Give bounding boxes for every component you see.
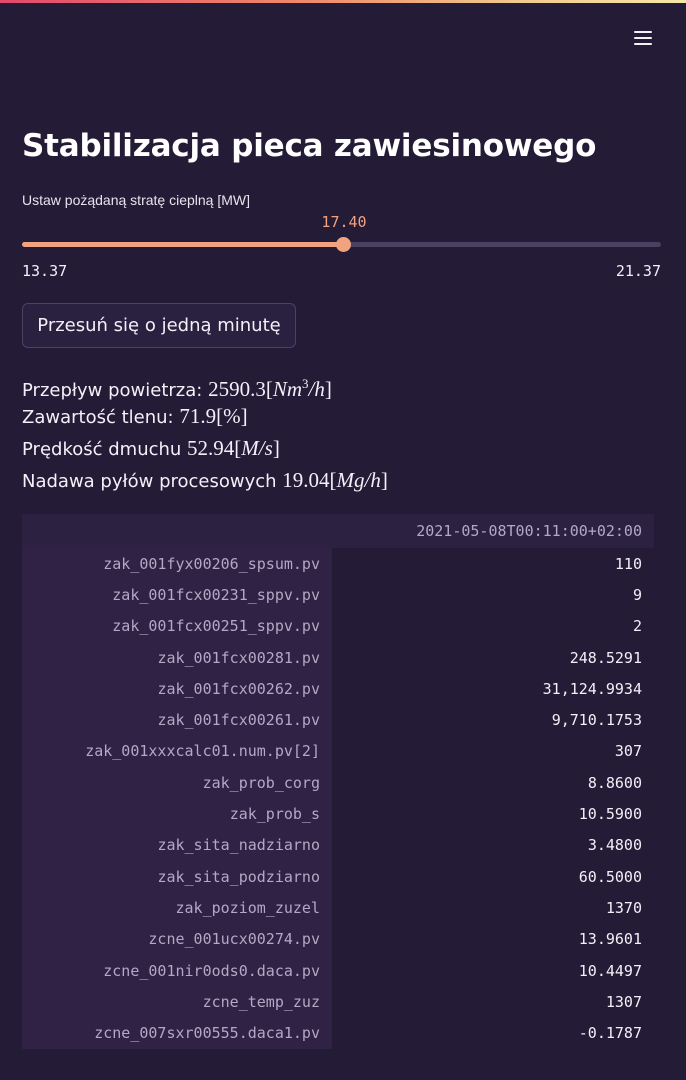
row-label: zak_001fyx00206_spsum.pv	[22, 548, 332, 580]
metric-value: 2590.3	[208, 377, 266, 401]
table-row: zak_sita_nadziarno 3.4800	[22, 829, 654, 861]
slider-max-label: 21.37	[615, 262, 661, 280]
hamburger-menu-icon[interactable]	[633, 29, 653, 47]
row-value: 31,124.9934	[332, 673, 654, 705]
table-corner-header	[22, 514, 332, 548]
slider-thumb[interactable]	[336, 237, 351, 252]
table-row: zak_001fcx00262.pv 31,124.9934	[22, 673, 654, 705]
table-row: zak_001fcx00281.pv 248.5291	[22, 641, 654, 674]
data-table: 2021-05-08T00:11:00+02:00 zak_001fyx0020…	[22, 514, 654, 1049]
row-label: zak_001fcx00231_sppv.pv	[22, 579, 332, 611]
advance-one-minute-button[interactable]: Przesuń się o jedną minutę	[22, 303, 296, 348]
row-value: 9	[332, 579, 654, 611]
row-value: -0.1787	[332, 1017, 654, 1049]
slider-label: Ustaw pożądaną stratę cieplną [MW]	[22, 192, 250, 208]
row-label: zcne_001ucx00274.pv	[22, 923, 332, 955]
row-label: zak_prob_s	[22, 798, 332, 830]
metric-unit-bracket: [	[265, 377, 273, 401]
table-row: zcne_temp_zuz 1307	[22, 986, 654, 1018]
row-value: 13.9601	[332, 923, 654, 955]
metric-unit-bracket: ]	[324, 377, 332, 401]
metric-value: 71.9	[179, 404, 217, 428]
row-value: 10.4497	[332, 954, 654, 987]
metric-value: 19.04	[282, 468, 330, 492]
metric-label: Zawartość tlenu:	[22, 407, 174, 428]
row-label: zcne_001nir0ods0.daca.pv	[22, 954, 332, 987]
page-title: Stabilizacja pieca zawiesinowego	[22, 128, 597, 164]
table-row: zcne_001nir0ods0.daca.pv 10.4497	[22, 954, 654, 987]
table-row: zcne_007sxr00555.daca1.pv -0.1787	[22, 1017, 654, 1049]
row-value: 9,710.1753	[332, 704, 654, 736]
slider-current-value: 17.40	[321, 213, 367, 231]
table-row: zak_001fcx00261.pv 9,710.1753	[22, 704, 654, 736]
metric-label: Prędkość dmuchu	[22, 439, 182, 460]
metric-unit-rest: /s	[258, 436, 273, 460]
column-header-timestamp: 2021-05-08T00:11:00+02:00	[332, 514, 654, 548]
row-label: zak_001fcx00261.pv	[22, 704, 332, 736]
table-row: zak_001xxxcalc01.num.pv[2] 307	[22, 735, 654, 768]
metric-unit-bracket: [	[329, 468, 337, 492]
row-value: 3.4800	[332, 829, 654, 861]
row-label: zcne_007sxr00555.daca1.pv	[22, 1017, 332, 1049]
metric-unit: M	[241, 436, 259, 460]
table-row: zak_sita_podziarno 60.5000	[22, 860, 654, 893]
row-label: zak_poziom_zuzel	[22, 892, 332, 924]
row-value: 248.5291	[332, 641, 654, 674]
row-label: zak_001xxxcalc01.num.pv[2]	[22, 735, 332, 768]
metric-label: Przepływ powietrza:	[22, 380, 203, 401]
table-row: zak_001fcx00251_sppv.pv 2	[22, 610, 654, 642]
row-value: 2	[332, 610, 654, 642]
row-value: 1370	[332, 892, 654, 924]
row-value: 307	[332, 735, 654, 768]
metric-air-flow: Przepływ powietrza: 2590.3[Nm3/h]	[22, 368, 388, 401]
metric-blow-speed: Prędkość dmuchu 52.94[M/s]	[22, 432, 388, 464]
table-row: zak_prob_corg 8.8600	[22, 767, 654, 799]
row-label: zcne_temp_zuz	[22, 986, 332, 1018]
top-decoration-bar	[0, 0, 686, 3]
data-table-container[interactable]: 2021-05-08T00:11:00+02:00 zak_001fyx0020…	[22, 514, 654, 1049]
row-label: zak_001fcx00281.pv	[22, 641, 332, 674]
row-value: 60.5000	[332, 860, 654, 893]
metric-unit: Mg	[336, 468, 365, 492]
metric-unit: %	[223, 404, 241, 428]
table-row: zak_poziom_zuzel 1370	[22, 892, 654, 924]
table-row: zak_001fcx00231_sppv.pv 9	[22, 579, 654, 611]
row-value: 110	[332, 548, 654, 580]
slider-min-label: 13.37	[22, 262, 68, 280]
slider-track-fill	[22, 242, 344, 247]
row-value: 8.8600	[332, 767, 654, 799]
metrics-list: Przepływ powietrza: 2590.3[Nm3/h] Zawart…	[22, 368, 388, 496]
row-label: zak_sita_podziarno	[22, 860, 332, 893]
row-label: zak_sita_nadziarno	[22, 829, 332, 861]
metric-unit-rest: /h	[364, 468, 381, 492]
metric-dust-feed: Nadawa pyłów procesowych 19.04[Mg/h]	[22, 464, 388, 496]
table-row: zcne_001ucx00274.pv 13.9601	[22, 923, 654, 955]
metric-unit-rest: /h	[308, 377, 325, 401]
row-label: zak_001fcx00262.pv	[22, 673, 332, 705]
metric-label: Nadawa pyłów procesowych	[22, 471, 277, 492]
row-value: 1307	[332, 986, 654, 1018]
row-label: zak_prob_corg	[22, 767, 332, 799]
table-row: zak_prob_s 10.5900	[22, 798, 654, 830]
metric-oxygen: Zawartość tlenu: 71.9[%]	[22, 400, 388, 432]
metric-unit-bracket: ]	[240, 404, 248, 428]
metric-unit-bracket: ]	[272, 436, 280, 460]
metric-value: 52.94	[187, 436, 235, 460]
metric-unit-bracket: ]	[380, 468, 388, 492]
metric-unit: Nm	[272, 377, 303, 401]
table-row: zak_001fyx00206_spsum.pv 110	[22, 548, 654, 580]
row-value: 10.5900	[332, 798, 654, 830]
row-label: zak_001fcx00251_sppv.pv	[22, 610, 332, 642]
